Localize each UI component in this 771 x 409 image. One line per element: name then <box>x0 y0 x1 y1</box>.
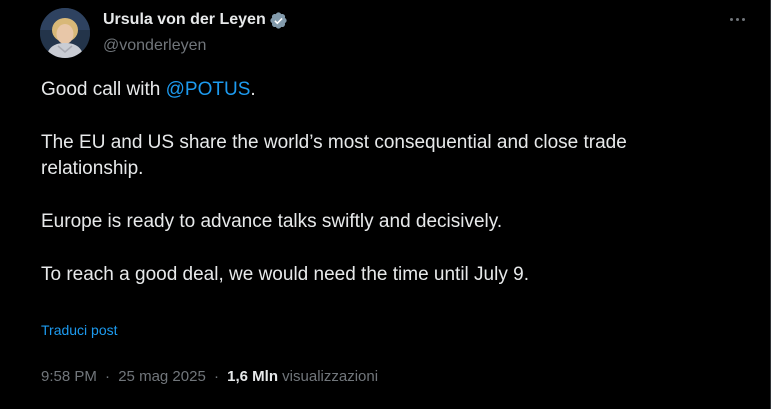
tweet-text-segment: The EU and US share the world’s most con… <box>41 132 627 153</box>
dot <box>741 17 745 21</box>
tweet-paragraph-4: To reach a good deal, we would need the … <box>41 264 529 285</box>
tweet-text-segment: relationship. <box>41 158 144 179</box>
avatar[interactable] <box>40 8 90 58</box>
tweet-text: Good call with @POTUS. The EU and US sha… <box>41 77 731 288</box>
avatar-image <box>40 8 90 58</box>
meta-separator: · <box>213 368 219 385</box>
tweet-paragraph-1: Good call with @POTUS. <box>41 77 731 103</box>
verified-badge-icon <box>269 11 288 30</box>
mention-link[interactable]: @POTUS <box>166 79 251 100</box>
meta-separator: · <box>105 368 111 385</box>
tweet-meta: 9:58 PM · 25 mag 2025 · 1,6 Mln visualiz… <box>41 367 378 387</box>
tweet-paragraph-3: Europe is ready to advance talks swiftly… <box>41 211 503 232</box>
dot <box>729 17 733 21</box>
tweet: Ursula von der Leyen @vonderleyen Good c… <box>0 0 770 409</box>
author-handle[interactable]: @vonderleyen <box>103 36 206 56</box>
translate-post-link[interactable]: Traduci post <box>41 321 118 339</box>
tweet-time[interactable]: 9:58 PM <box>41 368 97 385</box>
tweet-text-segment: . <box>250 79 256 100</box>
more-options-icon[interactable] <box>725 9 749 29</box>
author-display-name[interactable]: Ursula von der Leyen <box>103 10 266 30</box>
views-label: visualizzazioni <box>282 368 379 385</box>
tweet-paragraph-2: The EU and US share the world’s most con… <box>41 130 731 182</box>
author-name-row: Ursula von der Leyen <box>103 10 288 30</box>
tweet-date[interactable]: 25 mag 2025 <box>118 368 206 385</box>
views-count: 1,6 Mln <box>227 368 278 385</box>
dot <box>735 17 739 21</box>
tweet-text-segment: Good call with <box>41 79 166 100</box>
